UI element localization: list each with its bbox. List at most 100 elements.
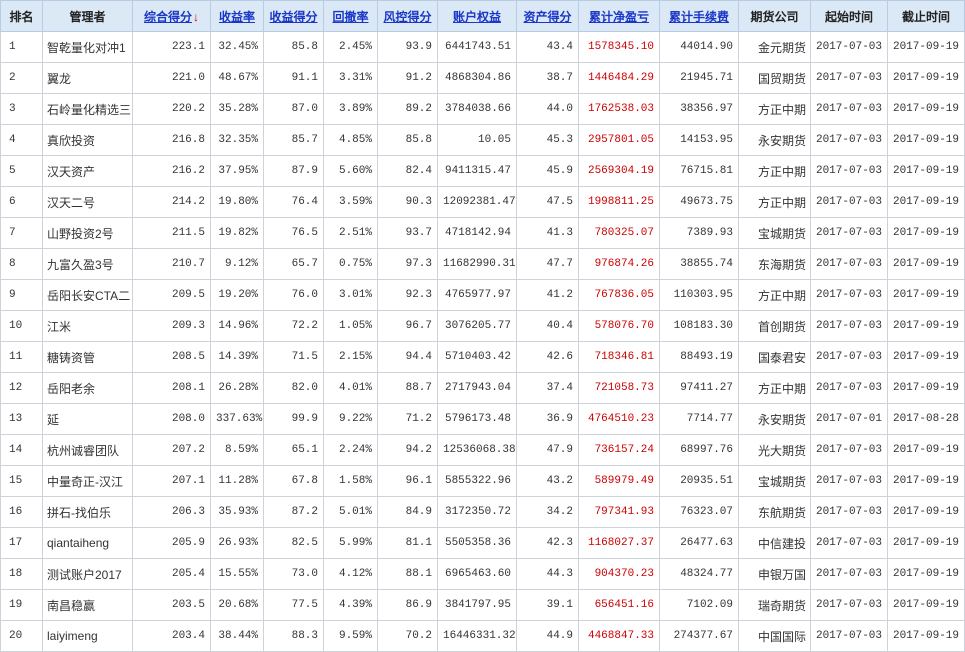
cell-equity: 4718142.94 bbox=[437, 217, 517, 249]
cell-start-date: 2017-07-03 bbox=[810, 372, 888, 404]
cell-end-date: 2017-09-19 bbox=[887, 155, 965, 187]
cell-return-score: 65.1 bbox=[263, 434, 324, 466]
cell-risk-score: 85.8 bbox=[377, 124, 438, 156]
cell-manager: 拼石-找伯乐 bbox=[42, 496, 133, 528]
cell-end-date: 2017-09-19 bbox=[887, 31, 965, 63]
cell-total-score: 214.2 bbox=[132, 186, 211, 218]
cell-end-date: 2017-09-19 bbox=[887, 527, 965, 559]
cell-asset-score: 39.1 bbox=[516, 589, 579, 621]
cell-total-score: 208.5 bbox=[132, 341, 211, 373]
table-row: 15 中量奇正-汉江 207.1 11.28% 67.8 1.58% 96.1 5855322… bbox=[0, 465, 965, 497]
table-row: 11 糖铸资管 208.5 14.39% 71.5 2.15% 94.4 5710403.42… bbox=[0, 341, 965, 373]
cell-end-date: 2017-09-19 bbox=[887, 248, 965, 280]
cell-drawdown: 4.12% bbox=[323, 558, 378, 590]
cell-manager: 岳阳老余 bbox=[42, 372, 133, 404]
sort-by-net-pnl-link[interactable]: 累计净盈亏 bbox=[589, 10, 649, 24]
cell-return-score: 76.0 bbox=[263, 279, 324, 311]
cell-risk-score: 88.1 bbox=[377, 558, 438, 590]
header-drawdown[interactable]: 回撤率 bbox=[323, 0, 378, 32]
cell-end-date: 2017-09-19 bbox=[887, 465, 965, 497]
cell-manager: 糖铸资管 bbox=[42, 341, 133, 373]
table-row: 6 汉天二号 214.2 19.80% 76.4 3.59% 90.3 12092381.47… bbox=[0, 186, 965, 218]
cell-broker: 瑞奇期货 bbox=[738, 589, 811, 621]
cell-end-date: 2017-08-28 bbox=[887, 403, 965, 435]
cell-asset-score: 41.2 bbox=[516, 279, 579, 311]
cell-net-pnl: 1446484.29 bbox=[578, 62, 660, 94]
cell-net-pnl: 578076.70 bbox=[578, 310, 660, 342]
cell-return-rate: 8.59% bbox=[210, 434, 264, 466]
cell-net-pnl: 1762538.03 bbox=[578, 93, 660, 125]
header-return-score[interactable]: 收益得分 bbox=[263, 0, 324, 32]
cell-return-score: 77.5 bbox=[263, 589, 324, 621]
cell-start-date: 2017-07-03 bbox=[810, 434, 888, 466]
cell-equity: 9411315.47 bbox=[437, 155, 517, 187]
cell-return-score: 87.2 bbox=[263, 496, 324, 528]
table-row: 13 延 208.0 337.63% 99.9 9.22% 71.2 5796173.48 36… bbox=[0, 403, 965, 435]
header-broker-label: 期货公司 bbox=[750, 9, 799, 24]
header-risk-score[interactable]: 风控得分 bbox=[377, 0, 438, 32]
cell-net-pnl: 2957801.05 bbox=[578, 124, 660, 156]
cell-asset-score: 47.5 bbox=[516, 186, 579, 218]
cell-broker: 永安期货 bbox=[738, 403, 811, 435]
header-equity[interactable]: 账户权益 bbox=[437, 0, 517, 32]
cell-risk-score: 90.3 bbox=[377, 186, 438, 218]
cell-rank: 3 bbox=[0, 93, 43, 125]
sort-by-drawdown-link[interactable]: 回撤率 bbox=[332, 10, 368, 24]
cell-net-pnl: 2569304.19 bbox=[578, 155, 660, 187]
sort-by-risk-score-link[interactable]: 风控得分 bbox=[383, 10, 431, 24]
cell-drawdown: 9.22% bbox=[323, 403, 378, 435]
cell-end-date: 2017-09-19 bbox=[887, 217, 965, 249]
header-manager: 管理者 bbox=[42, 0, 133, 32]
sort-desc-icon[interactable]: ↓ bbox=[193, 10, 199, 24]
cell-total-score: 220.2 bbox=[132, 93, 211, 125]
cell-total-score: 206.3 bbox=[132, 496, 211, 528]
cell-drawdown: 2.45% bbox=[323, 31, 378, 63]
cell-return-score: 87.9 bbox=[263, 155, 324, 187]
cell-asset-score: 43.4 bbox=[516, 31, 579, 63]
cell-fees: 76715.81 bbox=[659, 155, 739, 187]
cell-fees: 21945.71 bbox=[659, 62, 739, 94]
header-end-date: 截止时间 bbox=[887, 0, 965, 32]
sort-by-fees-link[interactable]: 累计手续费 bbox=[669, 10, 729, 24]
sort-by-return-score-link[interactable]: 收益得分 bbox=[269, 10, 317, 24]
header-return-rate[interactable]: 收益率 bbox=[210, 0, 264, 32]
cell-total-score: 203.4 bbox=[132, 620, 211, 652]
sort-by-total-score-link[interactable]: 综合得分 bbox=[144, 10, 192, 24]
cell-net-pnl: 904370.23 bbox=[578, 558, 660, 590]
header-broker: 期货公司 bbox=[738, 0, 811, 32]
header-asset-score[interactable]: 资产得分 bbox=[516, 0, 579, 32]
cell-broker: 方正中期 bbox=[738, 372, 811, 404]
cell-return-rate: 26.28% bbox=[210, 372, 264, 404]
header-total-score[interactable]: 综合得分↓ bbox=[132, 0, 211, 32]
cell-broker: 金元期货 bbox=[738, 31, 811, 63]
cell-equity: 6441743.51 bbox=[437, 31, 517, 63]
cell-start-date: 2017-07-03 bbox=[810, 186, 888, 218]
cell-total-score: 208.1 bbox=[132, 372, 211, 404]
sort-by-asset-score-link[interactable]: 资产得分 bbox=[523, 10, 571, 24]
sort-by-return-rate-link[interactable]: 收益率 bbox=[219, 10, 255, 24]
cell-rank: 11 bbox=[0, 341, 43, 373]
table-row: 12 岳阳老余 208.1 26.28% 82.0 4.01% 88.7 2717943.04… bbox=[0, 372, 965, 404]
cell-return-rate: 20.68% bbox=[210, 589, 264, 621]
header-fees[interactable]: 累计手续费 bbox=[659, 0, 739, 32]
cell-broker: 宝城期货 bbox=[738, 217, 811, 249]
cell-return-rate: 14.39% bbox=[210, 341, 264, 373]
cell-broker: 国泰君安 bbox=[738, 341, 811, 373]
cell-drawdown: 0.75% bbox=[323, 248, 378, 280]
cell-fees: 274377.67 bbox=[659, 620, 739, 652]
cell-rank: 14 bbox=[0, 434, 43, 466]
table-row: 14 杭州诚睿团队 207.2 8.59% 65.1 2.24% 94.2 12536068.… bbox=[0, 434, 965, 466]
cell-return-score: 65.7 bbox=[263, 248, 324, 280]
cell-return-score: 82.0 bbox=[263, 372, 324, 404]
cell-equity: 4765977.97 bbox=[437, 279, 517, 311]
cell-rank: 7 bbox=[0, 217, 43, 249]
cell-drawdown: 5.01% bbox=[323, 496, 378, 528]
cell-drawdown: 3.31% bbox=[323, 62, 378, 94]
header-net-pnl[interactable]: 累计净盈亏 bbox=[578, 0, 660, 32]
sort-by-equity-link[interactable]: 账户权益 bbox=[453, 10, 501, 24]
cell-return-rate: 35.93% bbox=[210, 496, 264, 528]
cell-return-rate: 32.35% bbox=[210, 124, 264, 156]
cell-fees: 38356.97 bbox=[659, 93, 739, 125]
cell-net-pnl: 797341.93 bbox=[578, 496, 660, 528]
cell-return-score: 76.5 bbox=[263, 217, 324, 249]
